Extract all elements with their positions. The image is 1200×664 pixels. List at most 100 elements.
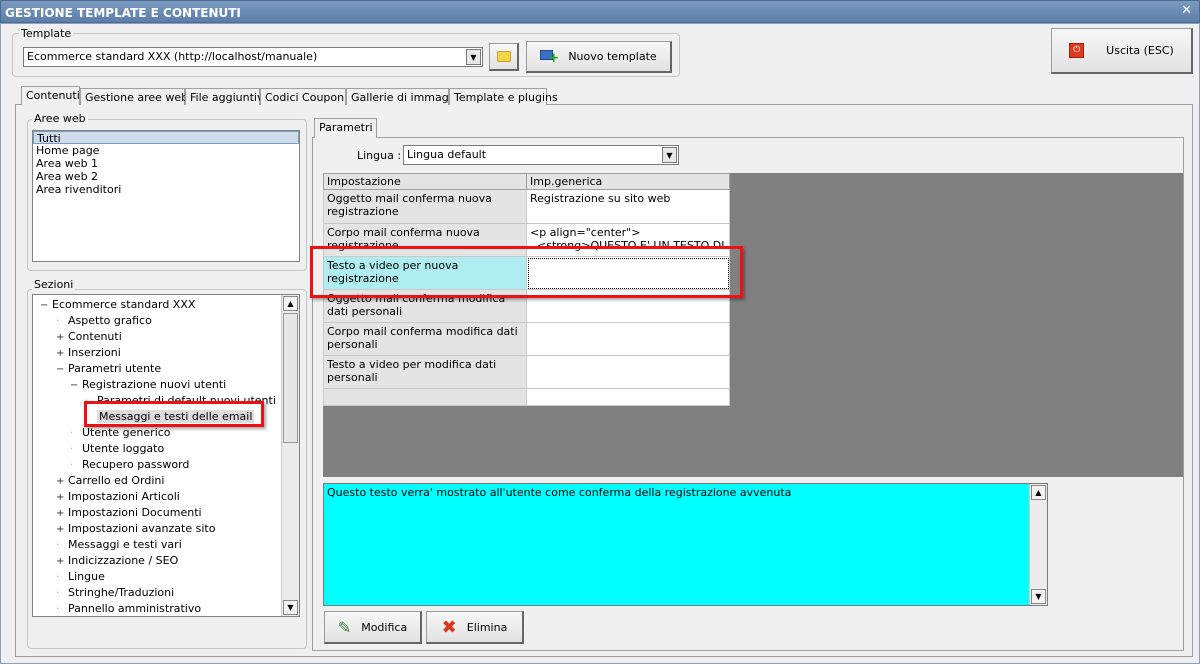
setting-value[interactable] — [526, 355, 730, 389]
tree-item[interactable]: · Lingue — [53, 569, 108, 585]
scroll-up-icon[interactable]: ▲ — [283, 296, 298, 311]
tree-item[interactable]: · Utente loggato — [67, 441, 167, 457]
grid-row[interactable]: Testo a video per modifica dati personal… — [323, 355, 730, 389]
setting-name[interactable]: Oggetto mail conferma nuova registrazion… — [323, 189, 527, 224]
modifica-label: Modifica — [361, 620, 408, 634]
tab-file-aggiuntivi[interactable]: File aggiuntivi — [185, 88, 267, 105]
scroll-down-icon[interactable]: ▼ — [1031, 589, 1046, 604]
tree-line-icon: · — [56, 604, 60, 615]
tree-item-label: Utente generico — [82, 426, 171, 439]
tree-item[interactable]: + Impostazioni avanzate sito — [53, 521, 218, 537]
expand-icon[interactable]: + — [56, 490, 65, 506]
tree-item[interactable]: + Indicizzazione / SEO — [53, 553, 181, 569]
tree-item[interactable]: + Impostazioni Documenti — [53, 505, 205, 521]
tree-item-label: Parametri utente — [68, 362, 162, 375]
collapse-icon[interactable]: − — [40, 298, 49, 314]
setting-value[interactable] — [526, 388, 730, 406]
setting-value[interactable]: Registrazione su sito web — [526, 189, 730, 224]
tree-item-label: Registrazione nuovi utenti — [82, 378, 227, 391]
modifica-button[interactable]: ✎ Modifica — [324, 611, 422, 644]
aree-web-label: Aree web — [32, 112, 88, 125]
aree-web-list[interactable]: Tutti Home page Area web 1 Area web 2 Area r… — [32, 130, 300, 262]
tree-line-icon: · — [70, 460, 74, 471]
template-group-label: Template — [19, 27, 74, 40]
aree-web-item[interactable]: Tutti — [33, 131, 299, 145]
new-template-button[interactable]: + Nuovo template — [526, 41, 672, 73]
tree-item[interactable]: + Contenuti — [53, 329, 125, 345]
tab-template-e-plugins[interactable]: Template e plugins — [449, 88, 558, 105]
grid-row[interactable]: Oggetto mail conferma nuova registrazion… — [323, 189, 730, 224]
tree-line-icon: · — [56, 316, 60, 327]
window-title: GESTIONE TEMPLATE E CONTENUTI — [5, 6, 241, 20]
tree-item[interactable]: · Recupero password — [67, 457, 192, 473]
tree-item[interactable]: · Stringhe/Traduzioni — [53, 585, 177, 601]
scroll-up-icon[interactable]: ▲ — [1031, 485, 1046, 500]
lingua-select[interactable]: Lingua default ▼ — [403, 145, 679, 165]
exit-button[interactable]: ⏻ Uscita (ESC) — [1051, 28, 1193, 74]
scroll-thumb[interactable] — [283, 313, 298, 443]
grid-row[interactable]: Corpo mail conferma modifica dati person… — [323, 322, 730, 356]
tree-item[interactable]: + Inserzioni — [53, 345, 124, 361]
tree-scrollbar[interactable]: ▲ ▼ — [281, 295, 299, 616]
collapse-icon[interactable]: − — [56, 362, 65, 378]
collapse-icon[interactable]: − — [70, 378, 79, 394]
tab-gestione-aree-web[interactable]: Gestione aree web — [80, 88, 188, 105]
tree-item[interactable]: + Impostazioni Articoli — [53, 489, 183, 505]
tree-line-icon: · — [56, 588, 60, 599]
tree-item[interactable]: · Pannello amministrativo — [53, 601, 204, 616]
description-textarea[interactable]: Questo testo verra' mostrato all'utente … — [323, 483, 1048, 606]
tree-item[interactable]: + Carrello ed Ordini — [53, 473, 167, 489]
sezioni-tree[interactable]: − Ecommerce standard XXX · Aspetto grafico +… — [32, 294, 300, 617]
tree-item-label: Indicizzazione / SEO — [68, 554, 179, 567]
tree-item[interactable]: · Aspetto grafico — [53, 313, 155, 329]
elimina-label: Elimina — [466, 620, 508, 634]
aree-web-item[interactable]: Area web 2 — [33, 170, 299, 183]
tab-gallerie-di-immagini[interactable]: Gallerie di immagini — [346, 88, 462, 105]
expand-icon[interactable]: + — [56, 346, 65, 362]
window-body: Template Ecommerce standard XXX (http://… — [0, 23, 1200, 664]
grid-highlight-box — [310, 246, 743, 298]
new-template-label: Nuovo template — [568, 50, 657, 63]
expand-icon[interactable]: + — [56, 330, 65, 346]
tree-item[interactable]: − Registrazione nuovi utenti — [67, 377, 229, 393]
exit-label: Uscita (ESC) — [1106, 44, 1174, 57]
tree-highlight-box — [84, 401, 264, 427]
tab-parametri[interactable]: Parametri — [314, 118, 377, 138]
description-scrollbar[interactable]: ▲ ▼ — [1029, 484, 1047, 605]
tree-item-label: Inserzioni — [68, 346, 121, 359]
setting-name[interactable]: Corpo mail conferma modifica dati person… — [323, 322, 527, 356]
col-header-impostazione[interactable]: Impostazione — [323, 173, 527, 190]
expand-icon[interactable]: + — [56, 474, 65, 490]
tree-line-icon: · — [70, 428, 74, 439]
setting-value[interactable] — [526, 322, 730, 356]
col-header-imp-generica[interactable]: Imp.generica — [526, 173, 730, 190]
sezioni-label: Sezioni — [32, 278, 76, 291]
setting-name[interactable] — [323, 388, 527, 406]
folder-icon — [496, 51, 511, 62]
grid-row[interactable] — [323, 388, 730, 406]
expand-icon[interactable]: + — [56, 506, 65, 522]
tree-item[interactable]: · Utente generico — [67, 425, 174, 441]
expand-icon[interactable]: + — [56, 522, 65, 538]
tree-item[interactable]: − Parametri utente — [53, 361, 164, 377]
power-icon: ⏻ — [1069, 43, 1085, 58]
new-template-icon: + — [540, 49, 559, 65]
tab-codici-coupon[interactable]: Codici Coupon — [260, 88, 346, 105]
tab-contenuti[interactable]: Contenuti — [21, 86, 80, 105]
close-icon[interactable]: ✕ — [1181, 3, 1192, 18]
setting-name[interactable]: Testo a video per modifica dati personal… — [323, 355, 527, 389]
open-folder-button[interactable] — [489, 43, 519, 71]
aree-web-item[interactable]: Area web 1 — [33, 157, 299, 170]
aree-web-item[interactable]: Area rivenditori — [33, 183, 299, 196]
tree-item[interactable]: · Messaggi e testi vari — [53, 537, 185, 553]
tree-item-label: Stringhe/Traduzioni — [68, 586, 175, 599]
template-select-value: Ecommerce standard XXX (http://localhost… — [27, 50, 318, 63]
tree-item[interactable]: − Ecommerce standard XXX — [37, 297, 198, 313]
tree-item-label: Messaggi e testi vari — [68, 538, 182, 551]
aree-web-item[interactable]: Home page — [33, 144, 299, 157]
scroll-down-icon[interactable]: ▼ — [283, 600, 298, 615]
lingua-label: Lingua : — [357, 149, 402, 162]
template-select[interactable]: Ecommerce standard XXX (http://localhost… — [23, 47, 483, 67]
expand-icon[interactable]: + — [56, 554, 65, 570]
elimina-button[interactable]: ✖ Elimina — [426, 611, 524, 644]
